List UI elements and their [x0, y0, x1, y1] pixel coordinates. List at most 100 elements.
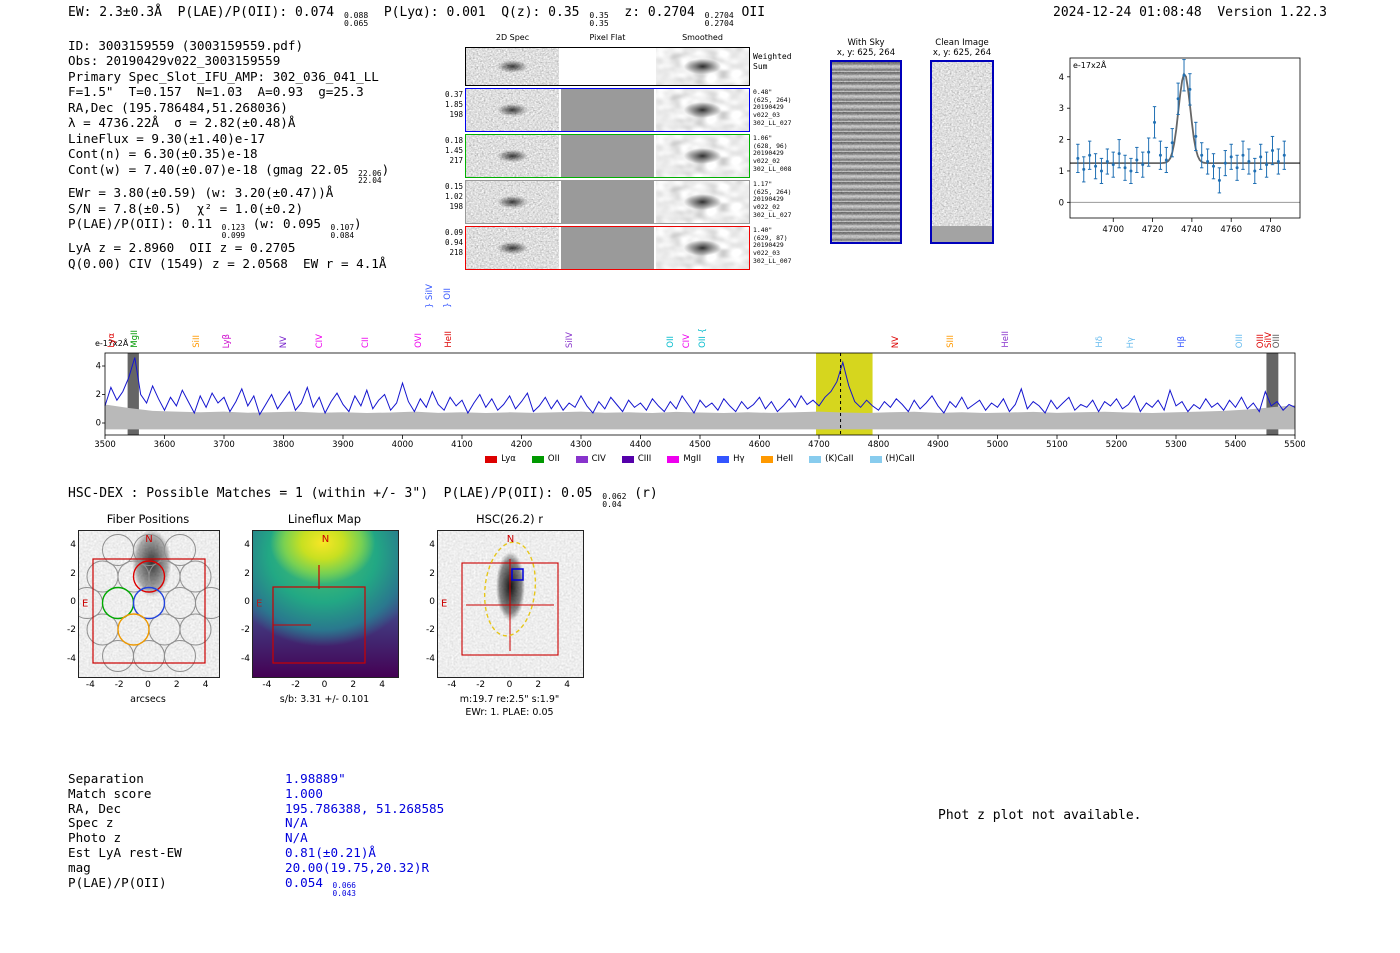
noise-texture — [932, 62, 992, 243]
lineflux-map-panel: N E — [252, 530, 399, 678]
data-point — [1270, 149, 1274, 153]
data-point — [1076, 156, 1080, 160]
emission-line-label: CII — [360, 337, 371, 348]
legend-item: Hγ — [717, 454, 745, 464]
axes-frame — [1069, 57, 1301, 219]
lineflux-map-title: Lineflux Map — [287, 512, 362, 526]
fiber-weight-values: 0.15 1.02 198 — [444, 182, 463, 211]
axis-tick-label: 4 — [70, 540, 76, 551]
stacked-uncertainty: 0.088 0.065 — [343, 10, 369, 29]
axis-tick-label: 2 — [350, 680, 357, 690]
data-point — [1099, 169, 1103, 173]
data-point — [1223, 161, 1227, 165]
gaussian-fit-curve — [1070, 71, 1300, 164]
data-point — [1141, 163, 1145, 167]
legend-swatch — [531, 455, 544, 463]
data-point — [1094, 164, 1098, 168]
emission-line-label: Lyβ — [222, 333, 232, 348]
legend-item: (H)CaII — [869, 454, 915, 464]
fiber-id-annotation: Weighted Sum — [753, 52, 792, 71]
compass-east-label: E — [256, 598, 263, 610]
with-sky-block: With Sky x, y: 625, 264 — [830, 38, 902, 245]
data-point — [1212, 164, 1216, 168]
svg-text:3600: 3600 — [154, 440, 176, 448]
hsc-match-header: HSC-DEX : Possible Matches = 1 (within +… — [68, 486, 658, 510]
axis-tick-label: -4 — [426, 653, 435, 664]
emission-line-label: OIII — [1235, 333, 1246, 348]
legend-swatch — [760, 455, 773, 463]
emission-line-label: CIV — [681, 333, 692, 348]
data-point — [1158, 153, 1162, 157]
stacked-uncertainty: 0.062 0.04 — [602, 491, 627, 510]
data-point — [1129, 169, 1133, 173]
match-field-value: 195.786388, 51.268585 — [285, 800, 445, 816]
catalog-object-box — [511, 568, 524, 581]
emission-line-label: SIII — [946, 335, 957, 348]
header-datetime-version: 2024-12-24 01:08:48 Version 1.22.3 — [1053, 5, 1327, 20]
svg-text:4740: 4740 — [1181, 225, 1203, 235]
legend-swatch — [621, 455, 634, 463]
svg-text:4600: 4600 — [749, 440, 771, 448]
svg-text:5000: 5000 — [987, 440, 1009, 448]
axis-tick-label: 4 — [202, 680, 209, 690]
smoothed-image — [656, 181, 749, 223]
lineflux-overlay — [272, 565, 366, 664]
info-line: Cont(w) = 7.40(±0.07)e-18 (gmag 22.05 22… — [68, 161, 390, 186]
catalog-match-table: Separation 1.98889" Match score 1.000 RA, De… — [68, 771, 445, 898]
emission-line-label: } OII — [442, 288, 453, 308]
lineflux-x-ticks: -4 -2 0 2 4 — [252, 680, 397, 692]
hsc-x-ticks: -4 -2 0 2 4 — [437, 680, 582, 692]
axis-tick-label: 2 — [244, 568, 250, 579]
legend-swatch — [575, 455, 588, 463]
with-sky-coords: x, y: 625, 264 — [836, 48, 896, 59]
match-field-value: 0.81(±0.21)Å — [285, 844, 376, 860]
fiber-id-annotation: 1.06" (628, 96) 20190429 v022_02 302_LL_008 — [753, 134, 792, 173]
clean-image — [930, 60, 994, 245]
svg-text:1: 1 — [1059, 167, 1064, 177]
2d-spec-image — [466, 48, 559, 85]
svg-text:3800: 3800 — [273, 440, 295, 448]
fiber-positions-panel: N E — [78, 530, 220, 678]
svg-text:4200: 4200 — [511, 440, 533, 448]
2d-spec-image — [466, 89, 559, 131]
axis-tick-label: 4 — [564, 680, 570, 690]
match-field-value: N/A — [285, 815, 308, 831]
masked-region — [932, 226, 992, 243]
smoothed-image — [656, 227, 749, 269]
data-point — [1206, 160, 1210, 164]
emission-line-label: NV — [891, 335, 902, 348]
emission-line-label: Hγ — [1126, 336, 1137, 348]
axis-tick-label: 4 — [429, 540, 435, 551]
stacked-uncertainty: 0.35 0.35 — [589, 10, 609, 29]
axis-tick-label: 0 — [321, 680, 328, 690]
axis-tick-label: 0 — [70, 597, 76, 607]
emission-line-label: OIII — [1272, 333, 1283, 348]
axis-tick-label: -2 — [241, 625, 250, 636]
hsc-cutout-panel: N E — [437, 530, 584, 678]
axis-tick-label: -4 — [241, 653, 250, 664]
pixel-flat-image — [561, 89, 654, 131]
info-line: Obs: 20190429v022_3003159559 — [68, 53, 281, 69]
fiber-overlay — [79, 534, 219, 672]
2d-spec-image — [466, 135, 559, 177]
svg-text:4300: 4300 — [570, 440, 592, 448]
fiber-x-ticks: -4 -2 0 2 4 — [78, 680, 218, 692]
emission-line-label: Lyα — [107, 333, 118, 348]
svg-text:3900: 3900 — [332, 440, 354, 448]
info-line: Cont(n) = 6.30(±0.35)e-18 — [68, 146, 258, 162]
svg-text:5400: 5400 — [1225, 440, 1247, 448]
hsc-caption-1: m:19.7 re:2.5" s:1.9" — [459, 694, 560, 705]
svg-text:3: 3 — [1059, 104, 1064, 114]
legend-label: (H)CaII — [885, 454, 915, 464]
emission-line-label: HeII — [1001, 331, 1012, 348]
hsc-cutout-title: HSC(26.2) r — [476, 512, 543, 526]
smoothed-image — [656, 89, 749, 131]
emission-line-label: } SiIV — [424, 283, 435, 308]
axis-tick-label: -2 — [426, 625, 435, 636]
spectrum-legend: Lyα OII CIV CIII MgII Hγ HeII (K)CaII (H)CaII — [95, 454, 1305, 464]
info-line: LineFlux = 9.30(±1.40)e-17 — [68, 130, 266, 146]
axis-tick-label: 4 — [379, 680, 385, 690]
data-point — [1259, 155, 1263, 159]
data-point — [1229, 155, 1233, 159]
hsc-overlay — [461, 541, 559, 656]
